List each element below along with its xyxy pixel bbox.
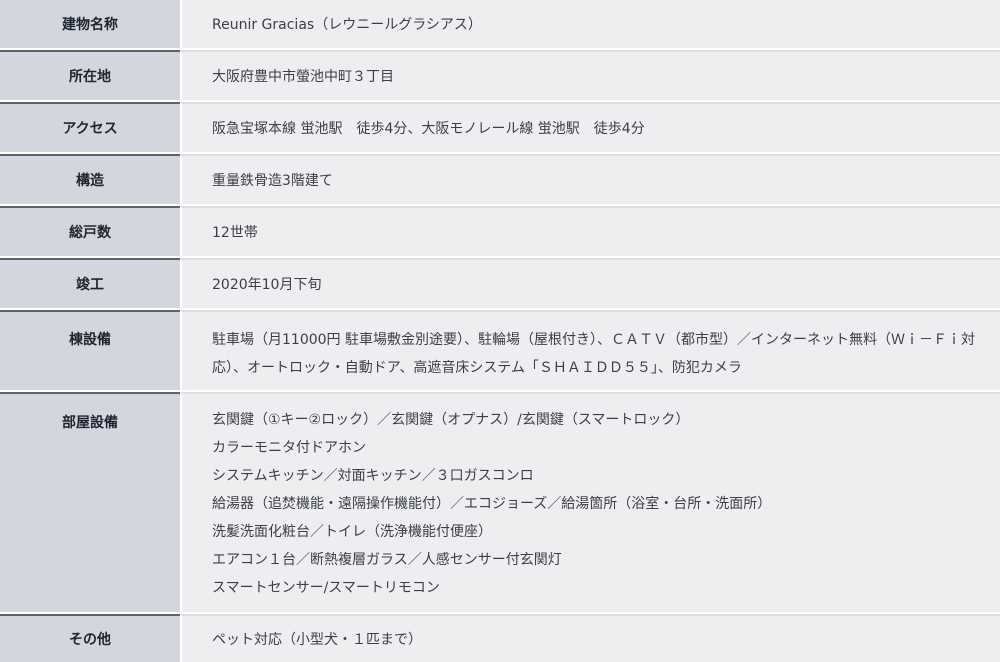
spec-label: 構造 <box>0 154 180 204</box>
spec-value: 2020年10月下旬 <box>180 258 1000 308</box>
spec-value: ペット対応（小型犬・１匹まで） <box>180 614 1000 662</box>
spec-label: 部屋設備 <box>0 392 180 612</box>
spec-row-structure: 構造 重量鉄骨造3階建て <box>0 152 1000 204</box>
spec-value: 駐車場（月11000円 駐車場敷金別途要）、駐輪場（屋根付き）、ＣＡＴＶ（都市型… <box>180 310 1000 390</box>
spec-label: 建物名称 <box>0 0 180 48</box>
property-spec-table: 建物名称 Reunir Gracias（レウニールグラシアス） 所在地 大阪府豊… <box>0 0 1000 662</box>
spec-row-building-facilities: 棟設備 駐車場（月11000円 駐車場敷金別途要）、駐輪場（屋根付き）、ＣＡＴＶ… <box>0 308 1000 390</box>
room-facility-line: スマートセンサー/スマートリモコン <box>212 580 440 596</box>
spec-row-completion: 竣工 2020年10月下旬 <box>0 256 1000 308</box>
spec-value: 重量鉄骨造3階建て <box>180 154 1000 204</box>
spec-value: 玄関鍵（①キー②ロック）／玄関鍵（オプナス）/玄関鍵（スマートロック） カラーモ… <box>180 392 1000 612</box>
spec-label: その他 <box>0 614 180 662</box>
room-facility-line: 玄関鍵（①キー②ロック）／玄関鍵（オプナス）/玄関鍵（スマートロック） <box>212 412 690 428</box>
room-facility-line: エアコン１台／断熱複層ガラス／人感センサー付玄関灯 <box>212 552 562 568</box>
spec-label: 棟設備 <box>0 310 180 390</box>
spec-value: 12世帯 <box>180 206 1000 256</box>
spec-label: 竣工 <box>0 258 180 308</box>
spec-label: 総戸数 <box>0 206 180 256</box>
spec-value: Reunir Gracias（レウニールグラシアス） <box>180 0 1000 48</box>
spec-label: 所在地 <box>0 50 180 100</box>
spec-row-room-facilities: 部屋設備 玄関鍵（①キー②ロック）／玄関鍵（オプナス）/玄関鍵（スマートロック）… <box>0 390 1000 612</box>
room-facility-line: カラーモニタ付ドアホン <box>212 440 366 456</box>
spec-row-access: アクセス 阪急宝塚本線 蛍池駅 徒歩4分、大阪モノレール線 蛍池駅 徒歩4分 <box>0 100 1000 152</box>
spec-row-address: 所在地 大阪府豊中市螢池中町３丁目 <box>0 48 1000 100</box>
spec-value: 大阪府豊中市螢池中町３丁目 <box>180 50 1000 100</box>
spec-row-other: その他 ペット対応（小型犬・１匹まで） <box>0 612 1000 662</box>
room-facility-line: システムキッチン／対面キッチン／３口ガスコンロ <box>212 468 534 484</box>
spec-row-building-name: 建物名称 Reunir Gracias（レウニールグラシアス） <box>0 0 1000 48</box>
spec-label: アクセス <box>0 102 180 152</box>
room-facility-line: 給湯器（追焚機能・遠隔操作機能付）／エコジョーズ／給湯箇所（浴室・台所・洗面所） <box>212 496 772 512</box>
room-facility-line: 洗髪洗面化粧台／トイレ（洗浄機能付便座） <box>212 524 492 540</box>
spec-value: 阪急宝塚本線 蛍池駅 徒歩4分、大阪モノレール線 蛍池駅 徒歩4分 <box>180 102 1000 152</box>
spec-row-total-units: 総戸数 12世帯 <box>0 204 1000 256</box>
